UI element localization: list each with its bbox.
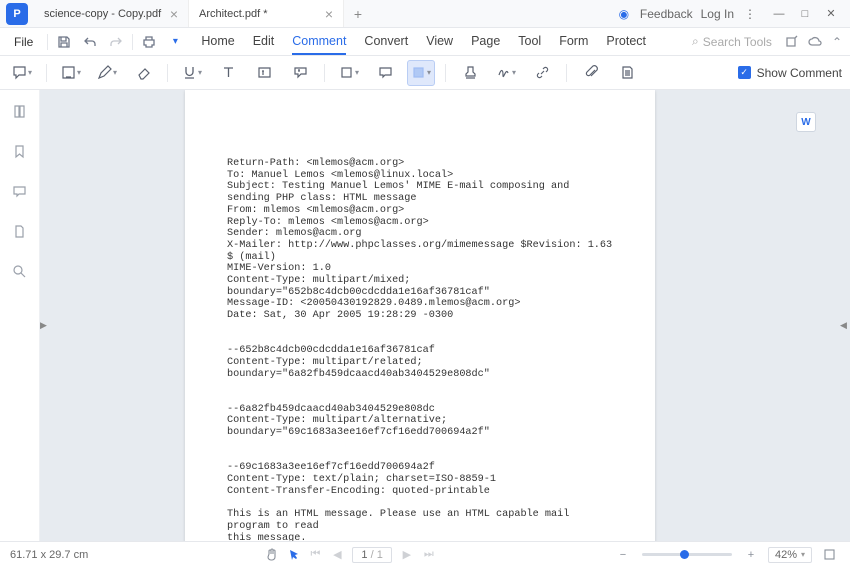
tab-tool[interactable]: Tool <box>518 29 541 55</box>
zoom-level[interactable]: 42%▾ <box>768 547 812 563</box>
highlight-tool[interactable] <box>57 60 85 86</box>
show-comment-toggle[interactable]: ✓ Show Comment <box>738 66 842 80</box>
tab-protect[interactable]: Protect <box>606 29 646 55</box>
hand-tool-icon[interactable] <box>260 548 282 561</box>
document-tool[interactable] <box>613 60 641 86</box>
next-page-icon[interactable]: ▶ <box>396 548 418 561</box>
document-viewport[interactable]: ▶ ◀ Return-Path: <mlemos@acm.org> To: Ma… <box>40 90 850 541</box>
eraser-tool[interactable] <box>129 60 157 86</box>
document-content: Return-Path: <mlemos@acm.org> To: Manuel… <box>227 158 613 541</box>
shape-tool[interactable] <box>335 60 363 86</box>
tab-home[interactable]: Home <box>201 29 234 55</box>
document-tab[interactable]: science-copy - Copy.pdf × <box>34 0 189 27</box>
search-panel-icon[interactable] <box>11 262 29 280</box>
close-icon[interactable]: × <box>170 6 178 22</box>
left-sidebar <box>0 90 40 541</box>
search-icon: ⌕ <box>692 34 699 49</box>
text-tool[interactable] <box>214 60 242 86</box>
app-logo: P <box>6 3 28 25</box>
underline-tool[interactable] <box>178 60 206 86</box>
stamp-tool[interactable] <box>456 60 484 86</box>
signature-tool[interactable] <box>492 60 520 86</box>
minimize-button[interactable]: — <box>766 4 792 24</box>
save-icon[interactable] <box>52 30 76 54</box>
area-highlight-tool[interactable] <box>407 60 435 86</box>
title-bar: P science-copy - Copy.pdf × Architect.pd… <box>0 0 850 28</box>
search-tools[interactable]: ⌕ Search Tools <box>692 34 772 49</box>
menu-bar: File ▾ Home Edit Comment Convert View Pa… <box>0 28 850 56</box>
fit-page-icon[interactable] <box>818 548 840 561</box>
link-tool[interactable] <box>528 60 556 86</box>
expand-right-icon[interactable]: ◀ <box>840 316 850 336</box>
status-bar: 61.71 x 29.7 cm ⏮ ◀ 1 / 1 ▶ ⏭ − + 42%▾ <box>0 541 850 567</box>
cloud-icon[interactable] <box>808 35 822 49</box>
comments-panel-icon[interactable] <box>11 182 29 200</box>
toolbar: ✓ Show Comment <box>0 56 850 90</box>
callout-tool[interactable] <box>286 60 314 86</box>
tab-page[interactable]: Page <box>471 29 500 55</box>
tab-edit[interactable]: Edit <box>253 29 275 55</box>
thumbnails-icon[interactable] <box>11 102 29 120</box>
textbox-tool[interactable] <box>250 60 278 86</box>
feedback-icon[interactable]: ◉ <box>616 7 632 21</box>
page-dimensions: 61.71 x 29.7 cm <box>10 549 88 561</box>
tab-label: science-copy - Copy.pdf <box>44 8 161 20</box>
select-tool-icon[interactable] <box>282 548 304 561</box>
zoom-in-icon[interactable]: + <box>740 549 762 561</box>
share-icon[interactable] <box>784 35 798 49</box>
tab-view[interactable]: View <box>426 29 453 55</box>
last-page-icon[interactable]: ⏭ <box>418 548 440 561</box>
tab-form[interactable]: Form <box>559 29 588 55</box>
checkbox-icon: ✓ <box>738 66 751 79</box>
pencil-tool[interactable] <box>93 60 121 86</box>
document-tab[interactable]: Architect.pdf * × <box>189 0 344 27</box>
bookmark-icon[interactable] <box>11 142 29 160</box>
feedback-link[interactable]: Feedback <box>640 7 693 21</box>
menu-tabs: Home Edit Comment Convert View Page Tool… <box>201 29 646 55</box>
close-icon[interactable]: × <box>325 6 333 22</box>
note-tool[interactable] <box>8 60 36 86</box>
attachment-tool[interactable] <box>577 60 605 86</box>
attachments-panel-icon[interactable] <box>11 222 29 240</box>
comment-tool[interactable] <box>371 60 399 86</box>
redo-icon[interactable] <box>104 30 128 54</box>
prev-page-icon[interactable]: ◀ <box>326 548 348 561</box>
new-tab-button[interactable]: + <box>344 6 372 22</box>
title-right: ◉ Feedback Log In ⋮ — □ ✕ <box>616 4 850 24</box>
more-icon[interactable]: ⋮ <box>742 7 758 21</box>
undo-icon[interactable] <box>78 30 102 54</box>
page-input[interactable]: 1 / 1 <box>352 547 391 563</box>
close-button[interactable]: ✕ <box>818 4 844 24</box>
maximize-button[interactable]: □ <box>792 4 818 24</box>
word-export-icon[interactable]: W <box>796 112 816 132</box>
main-area: ▶ ◀ Return-Path: <mlemos@acm.org> To: Ma… <box>0 90 850 541</box>
tab-convert[interactable]: Convert <box>364 29 408 55</box>
collapse-icon[interactable]: ⌃ <box>832 35 842 49</box>
tab-label: Architect.pdf * <box>199 8 267 20</box>
first-page-icon[interactable]: ⏮ <box>304 548 326 561</box>
dropdown-icon[interactable]: ▾ <box>163 30 187 54</box>
expand-left-icon[interactable]: ▶ <box>40 316 50 336</box>
pdf-page: Return-Path: <mlemos@acm.org> To: Manuel… <box>185 90 655 541</box>
zoom-slider[interactable] <box>642 553 732 556</box>
zoom-out-icon[interactable]: − <box>612 549 634 561</box>
tab-comment[interactable]: Comment <box>292 29 346 55</box>
login-link[interactable]: Log In <box>701 7 734 21</box>
file-menu[interactable]: File <box>4 31 43 53</box>
print-icon[interactable] <box>137 30 161 54</box>
